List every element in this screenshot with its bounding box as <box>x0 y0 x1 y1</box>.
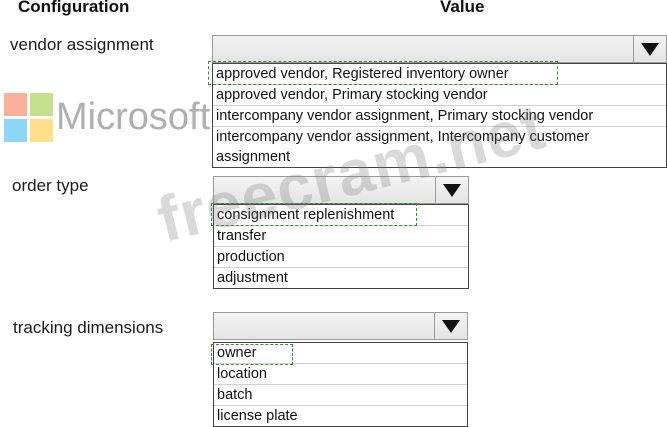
dropdown-arrow-icon[interactable] <box>633 36 666 62</box>
tracking-dimensions-label: tracking dimensions <box>13 318 164 337</box>
tracking-dimensions-options: owner location batch license plate <box>213 342 468 427</box>
vendor-assignment-label: vendor assignment <box>10 35 154 54</box>
dropdown-arrow-icon[interactable] <box>435 177 468 203</box>
tracking-dimensions-dropdown[interactable] <box>213 312 468 340</box>
order-type-label: order type <box>12 176 89 195</box>
option-vendor-1[interactable]: approved vendor, Registered inventory ow… <box>213 64 666 85</box>
microsoft-watermark-text: Microsoft <box>56 96 211 138</box>
option-order-2[interactable]: transfer <box>214 226 468 247</box>
option-order-3[interactable]: production <box>214 247 468 268</box>
option-order-4[interactable]: adjustment <box>214 268 468 288</box>
option-vendor-4[interactable]: intercompany vendor assignment, Intercom… <box>213 127 666 167</box>
value-header: Value <box>440 0 485 16</box>
vendor-assignment-dropdown[interactable] <box>212 35 667 63</box>
microsoft-logo-icon <box>4 93 53 142</box>
dropdown-arrow-icon[interactable] <box>434 313 467 339</box>
order-type-dropdown[interactable] <box>213 176 469 204</box>
order-type-options: consignment replenishment transfer produ… <box>213 204 469 289</box>
option-vendor-3[interactable]: intercompany vendor assignment, Primary … <box>213 106 666 127</box>
option-vendor-2[interactable]: approved vendor, Primary stocking vendor <box>213 85 666 106</box>
option-order-1[interactable]: consignment replenishment <box>214 205 468 226</box>
option-tracking-4[interactable]: license plate <box>214 406 467 426</box>
configuration-header: Configuration <box>18 0 130 16</box>
vendor-assignment-options: approved vendor, Registered inventory ow… <box>212 63 667 168</box>
option-tracking-2[interactable]: location <box>214 364 467 385</box>
option-tracking-1[interactable]: owner <box>214 343 467 364</box>
option-tracking-3[interactable]: batch <box>214 385 467 406</box>
